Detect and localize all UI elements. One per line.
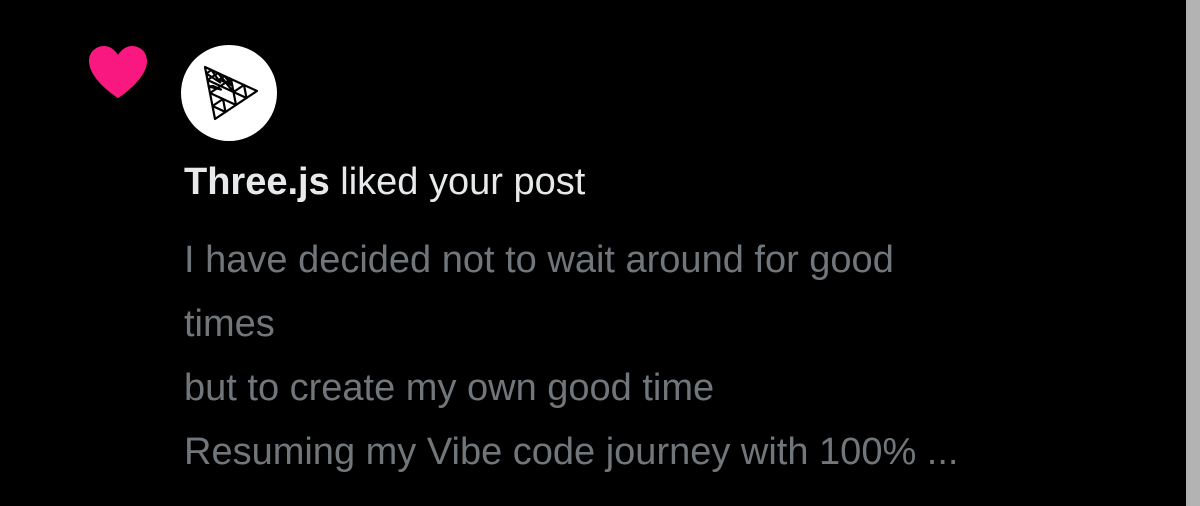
post-preview-line: Resuming my Vibe code journey with 100% … [184, 431, 959, 473]
post-preview[interactable]: I have decided not to wait around for go… [184, 228, 1164, 484]
window-edge [1186, 0, 1200, 506]
action-text: liked your post [329, 161, 586, 203]
post-preview-line: but to create my own good time [184, 367, 715, 409]
post-preview-line: I have decided not to wait around for go… [184, 239, 894, 281]
actor-name-link[interactable]: Three.js [184, 161, 330, 203]
heart-icon [89, 46, 147, 98]
actor-avatar[interactable] [181, 45, 277, 141]
threejs-logo-icon [203, 65, 259, 121]
post-preview-line: times [184, 303, 275, 345]
like-notification[interactable]: Three.js liked your post I have decided … [0, 0, 1186, 506]
notification-headline: Three.js liked your post [184, 158, 585, 206]
heart-shape [89, 46, 147, 98]
